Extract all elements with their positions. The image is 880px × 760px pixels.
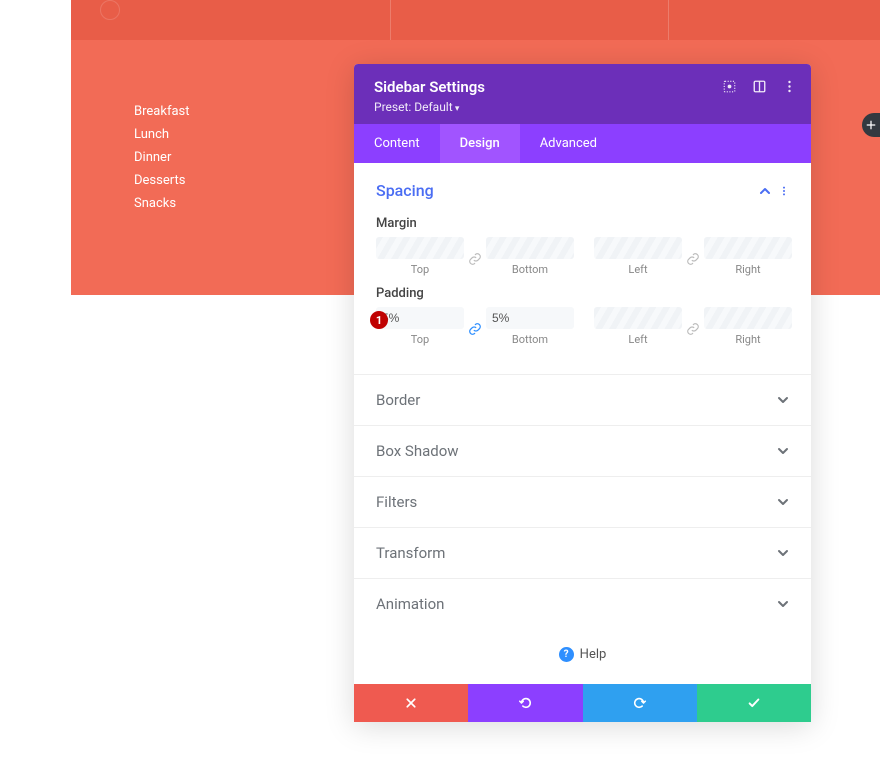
chevron-down-icon bbox=[777, 394, 789, 406]
sidebar-item[interactable]: Snacks bbox=[134, 197, 190, 210]
modal-header[interactable]: Sidebar Settings Preset: Default bbox=[354, 64, 811, 124]
margin-top-input[interactable] bbox=[376, 237, 464, 259]
help-link[interactable]: ? Help bbox=[354, 629, 811, 684]
page-topbar-bg bbox=[71, 0, 880, 40]
link-icon[interactable] bbox=[466, 252, 484, 266]
add-module-button[interactable] bbox=[862, 113, 880, 137]
caption-left: Left bbox=[628, 333, 647, 346]
modal-footer bbox=[354, 684, 811, 722]
section-animation[interactable]: Animation bbox=[354, 578, 811, 629]
caption-bottom: Bottom bbox=[512, 333, 548, 346]
caption-top: Top bbox=[411, 333, 429, 346]
save-button[interactable] bbox=[697, 684, 811, 722]
cancel-button[interactable] bbox=[354, 684, 468, 722]
padding-bottom-input[interactable] bbox=[486, 307, 574, 329]
preset-dropdown[interactable]: Preset: Default bbox=[374, 100, 791, 114]
padding-left-input[interactable] bbox=[594, 307, 682, 329]
collapse-icon[interactable] bbox=[759, 185, 771, 197]
search-icon[interactable] bbox=[721, 78, 737, 94]
section-box-shadow[interactable]: Box Shadow bbox=[354, 425, 811, 476]
section-label: Border bbox=[376, 391, 420, 409]
margin-right-input[interactable] bbox=[704, 237, 792, 259]
sidebar-item[interactable]: Breakfast bbox=[134, 105, 190, 118]
section-spacing: Spacing Margin Top bbox=[354, 163, 811, 364]
section-label: Filters bbox=[376, 493, 417, 511]
caption-right: Right bbox=[735, 263, 760, 276]
modal-tabs: Content Design Advanced bbox=[354, 124, 811, 163]
section-label: Transform bbox=[376, 544, 445, 562]
sidebar-widget: Breakfast Lunch Dinner Desserts Snacks bbox=[134, 105, 190, 220]
section-title-spacing[interactable]: Spacing bbox=[376, 181, 434, 200]
annotation-badge-1: 1 bbox=[370, 311, 388, 329]
link-icon-active[interactable] bbox=[466, 322, 484, 336]
section-transform[interactable]: Transform bbox=[354, 527, 811, 578]
page-gutter-left bbox=[0, 0, 71, 295]
caption-right: Right bbox=[735, 333, 760, 346]
help-icon: ? bbox=[559, 647, 574, 662]
chevron-down-icon bbox=[777, 445, 789, 457]
caption-left: Left bbox=[628, 263, 647, 276]
settings-modal: Sidebar Settings Preset: Default Content… bbox=[354, 64, 811, 722]
tab-advanced[interactable]: Advanced bbox=[520, 124, 617, 163]
modal-body: Spacing Margin Top bbox=[354, 163, 811, 684]
tab-content[interactable]: Content bbox=[354, 124, 440, 163]
margin-bottom-input[interactable] bbox=[486, 237, 574, 259]
section-label: Animation bbox=[376, 595, 444, 613]
site-logo bbox=[100, 0, 120, 20]
padding-label: Padding bbox=[376, 286, 789, 301]
chevron-down-icon bbox=[777, 547, 789, 559]
help-label: Help bbox=[580, 647, 607, 662]
redo-button[interactable] bbox=[583, 684, 697, 722]
section-label: Box Shadow bbox=[376, 442, 459, 460]
topbar-divider bbox=[668, 0, 669, 40]
padding-top-input[interactable] bbox=[376, 307, 464, 329]
section-border[interactable]: Border bbox=[354, 374, 811, 425]
padding-right-input[interactable] bbox=[704, 307, 792, 329]
link-icon[interactable] bbox=[684, 322, 702, 336]
margin-left-input[interactable] bbox=[594, 237, 682, 259]
undo-button[interactable] bbox=[468, 684, 582, 722]
sidebar-item[interactable]: Desserts bbox=[134, 174, 190, 187]
caption-bottom: Bottom bbox=[512, 263, 548, 276]
chevron-down-icon bbox=[777, 598, 789, 610]
margin-label: Margin bbox=[376, 216, 789, 231]
kebab-menu-icon[interactable] bbox=[781, 78, 797, 94]
topbar-divider bbox=[390, 0, 391, 40]
responsive-icon[interactable] bbox=[751, 78, 767, 94]
caption-top: Top bbox=[411, 263, 429, 276]
section-filters[interactable]: Filters bbox=[354, 476, 811, 527]
sidebar-item[interactable]: Dinner bbox=[134, 151, 190, 164]
sidebar-item[interactable]: Lunch bbox=[134, 128, 190, 141]
link-icon[interactable] bbox=[684, 252, 702, 266]
section-menu-icon[interactable] bbox=[779, 185, 789, 197]
chevron-down-icon bbox=[777, 496, 789, 508]
tab-design[interactable]: Design bbox=[440, 124, 520, 163]
